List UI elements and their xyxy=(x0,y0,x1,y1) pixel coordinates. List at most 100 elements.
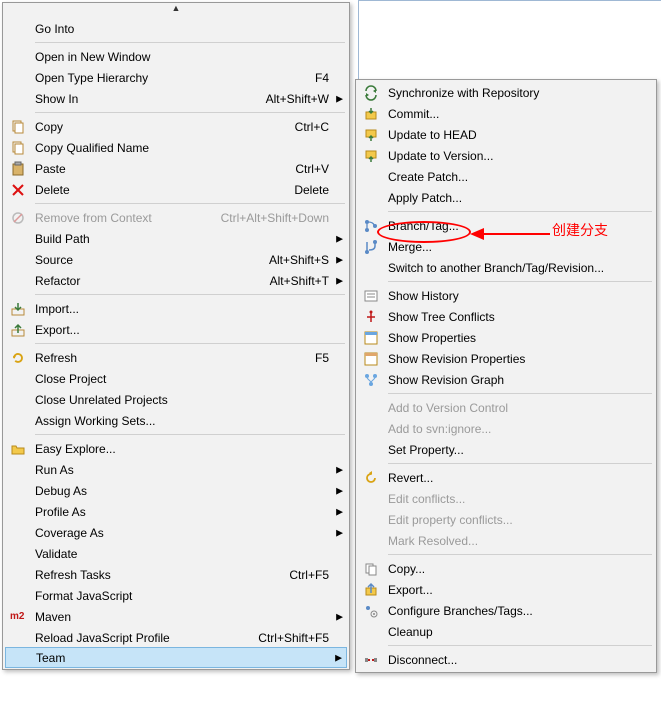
menu-item-shortcut: Ctrl+Shift+F5 xyxy=(250,631,329,645)
rev-properties-icon xyxy=(358,348,384,369)
menu-item-coverage-as[interactable]: Coverage As▶ xyxy=(5,522,347,543)
menu-item-configure-branches-tags[interactable]: Configure Branches/Tags... xyxy=(358,600,654,621)
menu-item-label: Reload JavaScript Profile xyxy=(31,631,250,645)
menu-item-show-revision-graph[interactable]: Show Revision Graph xyxy=(358,369,654,390)
menu-item-update-to-head[interactable]: Update to HEAD xyxy=(358,124,654,145)
menu-item-label: Edit property conflicts... xyxy=(384,513,636,527)
menu-item-synchronize-with-repository[interactable]: Synchronize with Repository xyxy=(358,82,654,103)
menu-item-edit-conflicts: Edit conflicts... xyxy=(358,488,654,509)
menu-item-disconnect[interactable]: Disconnect... xyxy=(358,649,654,670)
menu-item-commit[interactable]: Commit... xyxy=(358,103,654,124)
menu-item-show-in[interactable]: Show InAlt+Shift+W▶ xyxy=(5,88,347,109)
menu-item-open-type-hierarchy[interactable]: Open Type HierarchyF4 xyxy=(5,67,347,88)
menu-item-branch-tag[interactable]: Branch/Tag... xyxy=(358,215,654,236)
menu-item-label: Maven xyxy=(31,610,329,624)
menu-item-show-properties[interactable]: Show Properties xyxy=(358,327,654,348)
menu-item-label: Create Patch... xyxy=(384,170,636,184)
menu-item-create-patch[interactable]: Create Patch... xyxy=(358,166,654,187)
menu-item-run-as[interactable]: Run As ▶ xyxy=(5,459,347,480)
menu-item-label: Go Into xyxy=(31,22,329,36)
menu-scroll-up[interactable]: ▲ xyxy=(3,3,349,16)
menu-item-update-to-version[interactable]: Update to Version... xyxy=(358,145,654,166)
menu-item-import[interactable]: Import... xyxy=(5,298,347,319)
menu-item-label: Refresh xyxy=(31,351,307,365)
menu-item-show-tree-conflicts[interactable]: Show Tree Conflicts xyxy=(358,306,654,327)
menu-item-refresh[interactable]: RefreshF5 xyxy=(5,347,347,368)
menu-item-cleanup[interactable]: Cleanup xyxy=(358,621,654,642)
icon-placeholder xyxy=(358,488,384,509)
menu-item-delete[interactable]: DeleteDelete xyxy=(5,179,347,200)
menu-item-revert[interactable]: Revert... xyxy=(358,467,654,488)
icon-placeholder xyxy=(358,397,384,418)
icon-placeholder xyxy=(358,530,384,551)
menu-item-reload-javascript-profile[interactable]: Reload JavaScript ProfileCtrl+Shift+F5 xyxy=(5,627,347,648)
menu-item-label: Close Unrelated Projects xyxy=(31,393,329,407)
menu-item-label: Close Project xyxy=(31,372,329,386)
menu-item-close-unrelated-projects[interactable]: Close Unrelated Projects xyxy=(5,389,347,410)
copy-icon xyxy=(5,116,31,137)
icon-placeholder xyxy=(5,46,31,67)
menu-item-label: Add to Version Control xyxy=(384,401,636,415)
submenu-arrow-icon: ▶ xyxy=(335,652,342,663)
menu-item-merge[interactable]: Merge... xyxy=(358,236,654,257)
revert-icon xyxy=(358,467,384,488)
menu-item-label: Delete xyxy=(31,183,286,197)
menu-item-build-path[interactable]: Build Path▶ xyxy=(5,228,347,249)
menu-item-switch-to-another-branch-tag-revision[interactable]: Switch to another Branch/Tag/Revision... xyxy=(358,257,654,278)
menu-item-label: Format JavaScript xyxy=(31,589,329,603)
icon-placeholder xyxy=(5,459,31,480)
menu-item-debug-as[interactable]: Debug As▶ xyxy=(5,480,347,501)
menu-item-set-property[interactable]: Set Property... xyxy=(358,439,654,460)
menu-separator xyxy=(388,554,652,555)
menu-separator xyxy=(35,294,345,295)
icon-placeholder xyxy=(5,480,31,501)
menu-item-refresh-tasks[interactable]: Refresh TasksCtrl+F5 xyxy=(5,564,347,585)
menu-item-team[interactable]: Team▶ xyxy=(5,647,347,668)
menu-item-refactor[interactable]: RefactorAlt+Shift+T▶ xyxy=(5,270,347,291)
submenu-arrow-icon: ▶ xyxy=(336,464,343,475)
menu-item-paste[interactable]: PasteCtrl+V xyxy=(5,158,347,179)
menu-item-copy-qualified-name[interactable]: Copy Qualified Name xyxy=(5,137,347,158)
menu-item-shortcut: Ctrl+V xyxy=(287,162,329,176)
icon-placeholder xyxy=(5,585,31,606)
icon-placeholder xyxy=(5,249,31,270)
paste-icon xyxy=(5,158,31,179)
submenu-arrow-icon: ▶ xyxy=(336,93,343,104)
menu-item-close-project[interactable]: Close Project xyxy=(5,368,347,389)
menu-item-copy[interactable]: Copy... xyxy=(358,558,654,579)
submenu-arrow-icon: ▶ xyxy=(336,485,343,496)
icon-placeholder xyxy=(5,501,31,522)
icon-placeholder xyxy=(358,439,384,460)
menu-item-export[interactable]: Export... xyxy=(5,319,347,340)
commit-icon xyxy=(358,103,384,124)
menu-item-easy-explore[interactable]: Easy Explore... xyxy=(5,438,347,459)
menu-item-label: Open Type Hierarchy xyxy=(31,71,307,85)
menu-item-export[interactable]: Export... xyxy=(358,579,654,600)
menu-item-copy[interactable]: CopyCtrl+C xyxy=(5,116,347,137)
menu-item-validate[interactable]: Validate xyxy=(5,543,347,564)
menu-item-apply-patch[interactable]: Apply Patch... xyxy=(358,187,654,208)
menu-item-go-into[interactable]: Go Into xyxy=(5,18,347,39)
menu-item-label: Add to svn:ignore... xyxy=(384,422,636,436)
annotation-text: 创建分支 xyxy=(552,220,608,240)
menu-item-maven[interactable]: m2Maven▶ xyxy=(5,606,347,627)
menu-item-shortcut: Ctrl+C xyxy=(287,120,329,134)
editor-background-panel xyxy=(358,0,661,79)
menu-item-assign-working-sets[interactable]: Assign Working Sets... xyxy=(5,410,347,431)
menu-item-show-history[interactable]: Show History xyxy=(358,285,654,306)
menu-item-profile-as[interactable]: Profile As▶ xyxy=(5,501,347,522)
menu-item-show-revision-properties[interactable]: Show Revision Properties xyxy=(358,348,654,369)
export-icon xyxy=(5,319,31,340)
svn-export-icon xyxy=(358,579,384,600)
menu-item-label: Configure Branches/Tags... xyxy=(384,604,636,618)
menu-item-label: Show Revision Properties xyxy=(384,352,636,366)
history-icon xyxy=(358,285,384,306)
menu-separator xyxy=(35,112,345,113)
menu-separator xyxy=(388,645,652,646)
menu-item-open-in-new-window[interactable]: Open in New Window xyxy=(5,46,347,67)
menu-item-source[interactable]: SourceAlt+Shift+S▶ xyxy=(5,249,347,270)
menu-item-label: Run As xyxy=(31,463,329,477)
icon-placeholder xyxy=(358,621,384,642)
menu-item-format-javascript[interactable]: Format JavaScript xyxy=(5,585,347,606)
submenu-arrow-icon: ▶ xyxy=(336,275,343,286)
